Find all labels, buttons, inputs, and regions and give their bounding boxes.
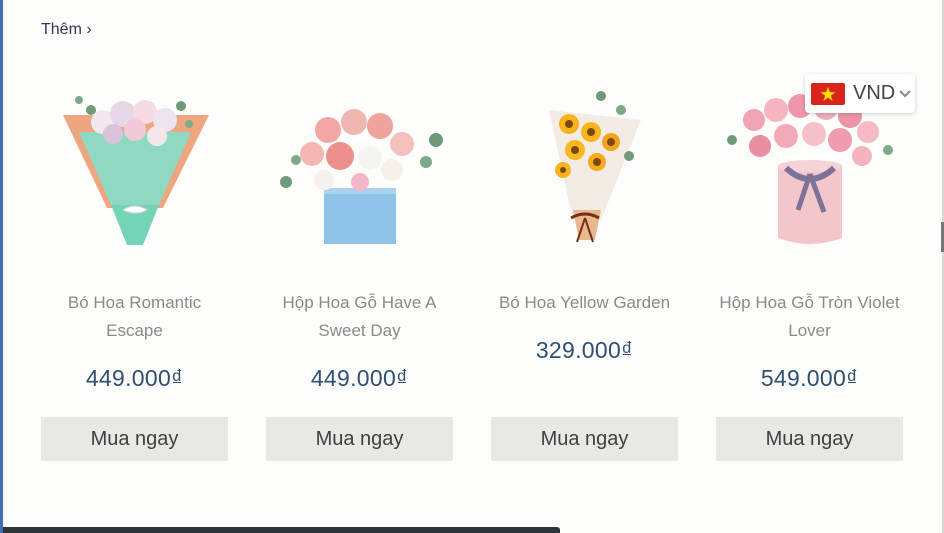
buy-now-button[interactable]: Mua ngay bbox=[41, 417, 228, 461]
currency-code: VND bbox=[853, 82, 896, 104]
product-price: 449.000₫ bbox=[85, 365, 184, 391]
product-price: 329.000₫ bbox=[535, 337, 634, 363]
bouquet-romantic-escape-image[interactable] bbox=[41, 70, 228, 260]
product-price: 549.000₫ bbox=[760, 365, 859, 391]
product-name[interactable]: Hộp Hoa Gỗ Have A Sweet Day bbox=[266, 289, 453, 345]
bouquet-yellow-garden-image[interactable] bbox=[491, 70, 678, 260]
product-name[interactable]: Hộp Hoa Gỗ Tròn Violet Lover bbox=[716, 289, 903, 345]
more-link[interactable]: Thêm › bbox=[41, 21, 92, 39]
product-price: 449.000₫ bbox=[310, 365, 409, 391]
window-left-edge bbox=[0, 0, 3, 533]
currency-selector[interactable]: VND bbox=[805, 74, 915, 113]
buy-now-button[interactable]: Mua ngay bbox=[491, 417, 678, 461]
vietnam-flag-icon bbox=[811, 82, 845, 105]
flower-box-sweet-day-image[interactable] bbox=[266, 70, 453, 260]
chevron-down-icon bbox=[899, 89, 911, 97]
buy-now-button[interactable]: Mua ngay bbox=[716, 417, 903, 461]
horizontal-scrollbar[interactable] bbox=[3, 527, 560, 533]
product-name[interactable]: Bó Hoa Yellow Garden bbox=[491, 289, 678, 317]
buy-now-button[interactable]: Mua ngay bbox=[266, 417, 453, 461]
product-name[interactable]: Bó Hoa Romantic Escape bbox=[41, 289, 228, 345]
